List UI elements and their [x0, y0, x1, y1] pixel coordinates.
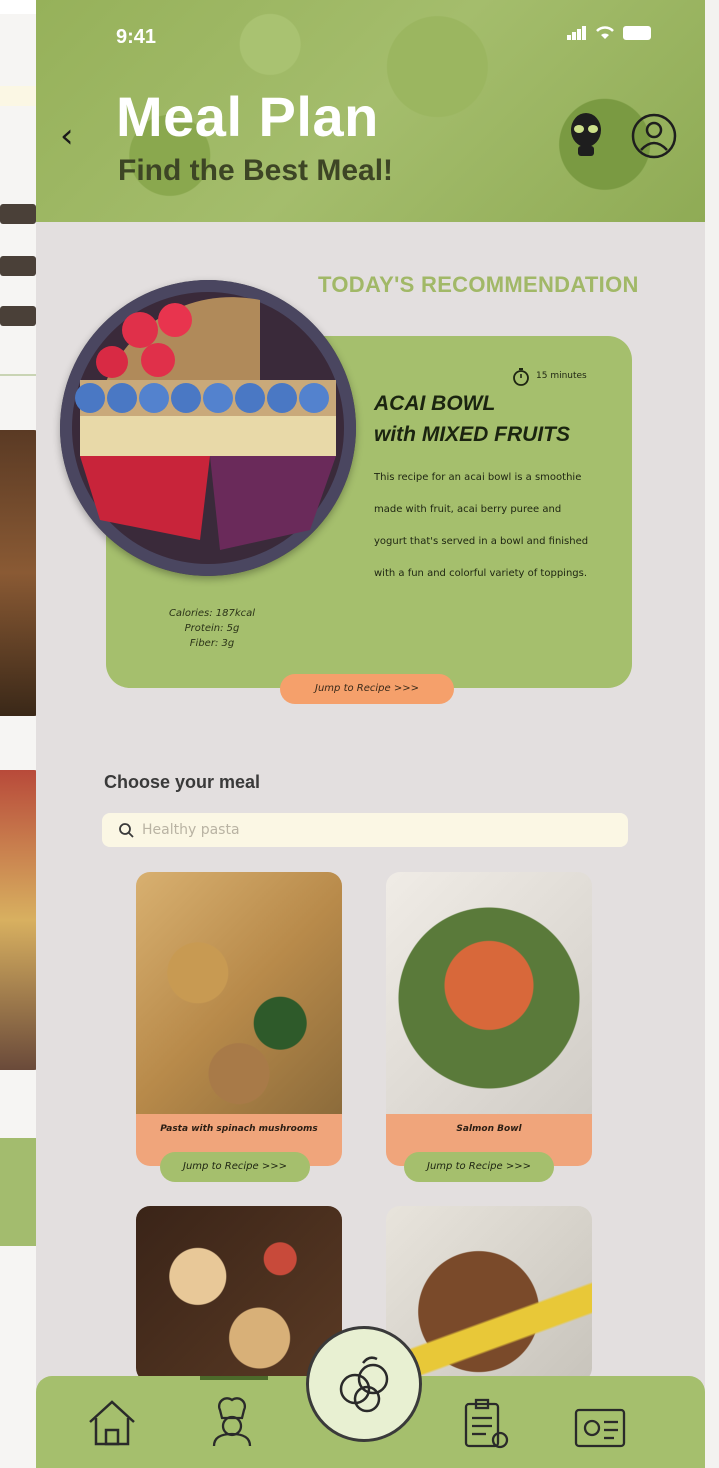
protein-text: Protein: 5g: [184, 623, 240, 634]
wifi-icon: [596, 26, 614, 39]
search-icon: [119, 823, 134, 838]
background-app-image: [0, 430, 40, 716]
search-input[interactable]: [142, 822, 582, 838]
calories-text: Calories: 187kcal: [168, 608, 256, 619]
meal-card[interactable]: Pasta with spinach mushrooms: [136, 872, 342, 1166]
nav-active-indicator: [200, 1376, 268, 1380]
background-app-tag: [0, 256, 36, 276]
page-subtitle: Find the Best Meal!: [118, 154, 394, 187]
background-app-tag: [0, 306, 36, 326]
checklist-icon[interactable]: [456, 1396, 512, 1452]
meal-plan-nav-button[interactable]: [306, 1326, 422, 1442]
background-app-green-panel: [0, 1138, 40, 1246]
recommendation-name-line1: ACAI BOWL: [374, 392, 496, 415]
recommendation-name-line2: with MIXED FRUITS: [374, 423, 570, 446]
chef-icon[interactable]: [204, 1392, 260, 1448]
meal-bowl-icon: [339, 1356, 389, 1413]
background-app-image: [0, 770, 40, 1070]
recommendation-jump-button[interactable]: Jump to Recipe >>>: [280, 674, 454, 704]
choose-meal-title: Choose your meal: [104, 772, 261, 792]
status-time: 9:41: [116, 26, 157, 48]
background-app-strip: [0, 86, 40, 106]
meal-jump-button[interactable]: Jump to Recipe >>>: [160, 1152, 310, 1182]
status-icons: [567, 26, 651, 40]
alien-icon[interactable]: [568, 112, 604, 158]
section-title-recommendation: TODAY'S RECOMMENDATION: [318, 272, 639, 297]
fiber-text: Fiber: 3g: [189, 638, 235, 649]
meal-card[interactable]: Salmon Bowl: [386, 872, 592, 1166]
back-button[interactable]: ‹: [60, 116, 74, 156]
prep-time: 15 minutes: [536, 371, 587, 381]
page-title: Meal Plan: [116, 85, 379, 148]
overnight-oats-image: [136, 1206, 342, 1382]
battery-icon: [623, 26, 651, 40]
search-bar[interactable]: [102, 813, 628, 847]
home-icon[interactable]: [84, 1394, 140, 1450]
background-app-tag: [0, 204, 36, 224]
id-card-icon[interactable]: [572, 1398, 628, 1454]
recommendation-nutrition: Calories: 187kcal Protein: 5g Fiber: 3g: [132, 606, 292, 651]
banana-bread-image: [386, 1206, 592, 1382]
recommendation-description: This recipe for an acai bowl is a smooth…: [374, 472, 589, 579]
profile-icon[interactable]: [630, 112, 678, 160]
timer-icon: [513, 368, 529, 386]
meal-jump-button[interactable]: Jump to Recipe >>>: [404, 1152, 554, 1182]
acai-bowl-image: [60, 280, 356, 576]
signal-icon: [567, 26, 586, 40]
meal-card[interactable]: [136, 1206, 342, 1382]
phone-screen: 9:41 ‹ Meal Plan Find the Best Meal! TOD…: [36, 0, 705, 1468]
pasta-image: [136, 872, 342, 1124]
background-app-divider: [0, 374, 40, 376]
salmon-bowl-image: [386, 872, 592, 1124]
meal-card[interactable]: [386, 1206, 592, 1382]
